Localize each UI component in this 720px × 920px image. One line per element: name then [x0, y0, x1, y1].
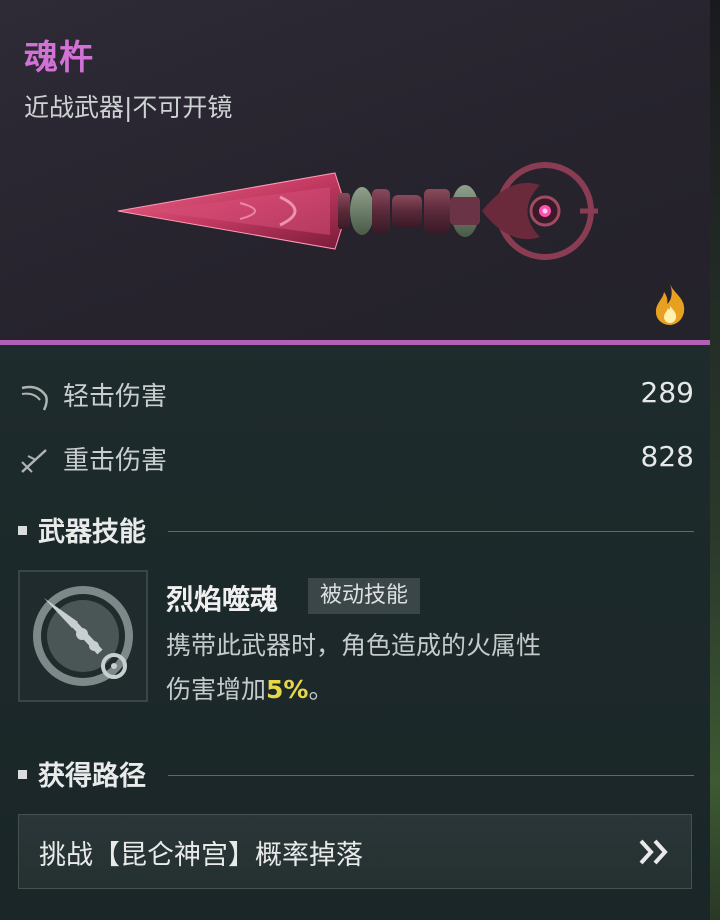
- background-edge: [710, 0, 720, 920]
- weapon-detail-card: 魂杵 近战武器|不可开镜 轻击伤害 289 重击伤害 828 武器技能 烈焰噬魂…: [0, 0, 710, 920]
- skill-desc-line1: 携带此武器时，角色造成的火属性: [166, 631, 542, 660]
- section-title: 武器技能: [38, 517, 146, 548]
- skill-desc-prefix: 伤害增加: [166, 675, 267, 704]
- stat-value: 828: [640, 440, 694, 473]
- skill-desc-highlight: 5%: [266, 675, 309, 704]
- weapon-header: 魂杵 近战武器|不可开镜: [0, 0, 710, 340]
- light-attack-icon: [21, 385, 48, 411]
- double-chevron-right-icon: [639, 839, 668, 865]
- stat-label: 轻击伤害: [63, 382, 168, 412]
- skill-icon-box[interactable]: [18, 570, 148, 702]
- rarity-divider: [0, 340, 710, 345]
- section-divider: [168, 531, 694, 532]
- section-divider: [168, 775, 694, 776]
- skill-icon: [33, 586, 133, 686]
- heavy-attack-icon: [21, 449, 47, 473]
- weapon-subtitle: 近战武器|不可开镜: [24, 93, 233, 122]
- section-bullet: [18, 526, 27, 535]
- section-bullet: [18, 770, 27, 779]
- skill-desc-line2: 伤害增加5%。: [166, 668, 666, 712]
- skill-description: 携带此武器时，角色造成的火属性 伤害增加5%。: [166, 624, 666, 712]
- section-title: 获得路径: [38, 761, 146, 792]
- fire-icon: [655, 284, 685, 325]
- section-weapon-skill: 武器技能: [18, 510, 694, 550]
- acquisition-source-button[interactable]: 挑战【昆仑神宫】概率掉落: [18, 814, 692, 889]
- stat-label: 重击伤害: [63, 446, 168, 476]
- stat-row-heavy-attack: 重击伤害 828: [18, 440, 694, 480]
- section-acquisition: 获得路径: [18, 754, 694, 794]
- weapon-name: 魂杵: [24, 38, 94, 78]
- skill-name: 烈焰噬魂: [166, 583, 279, 616]
- stat-value: 289: [640, 376, 694, 409]
- weapon-image: [117, 162, 598, 260]
- skill-desc-suffix: 。: [308, 675, 334, 704]
- source-text: 挑战【昆仑神宫】概率掉落: [39, 840, 363, 871]
- stat-row-light-attack: 轻击伤害 289: [18, 376, 694, 416]
- skill-type-badge: 被动技能: [308, 578, 421, 614]
